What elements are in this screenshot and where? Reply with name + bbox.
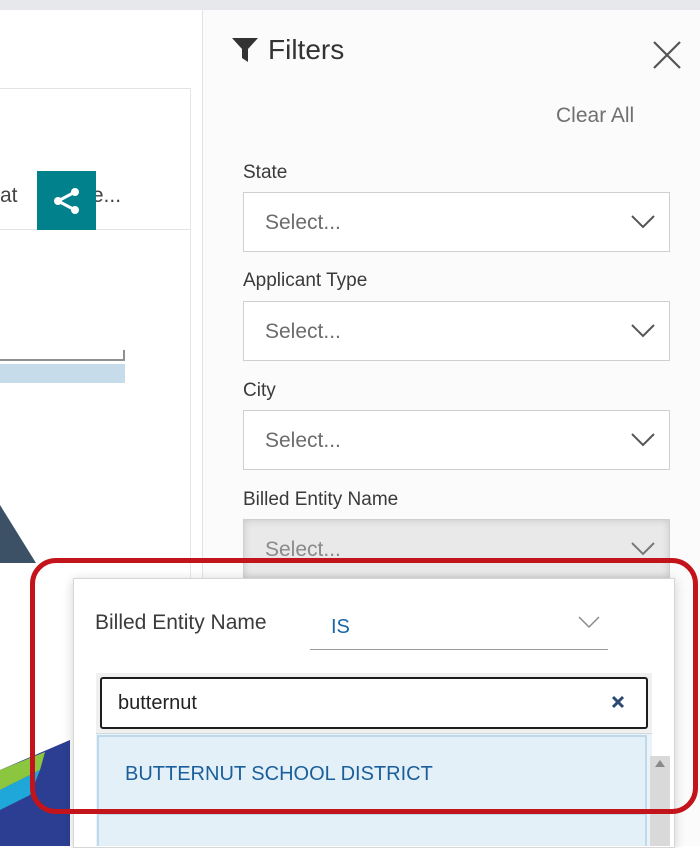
top-bar [0, 0, 700, 10]
select-placeholder: Select... [265, 320, 341, 343]
share-button[interactable] [37, 171, 96, 230]
chevron-down-icon [631, 433, 655, 447]
city-select[interactable]: Select... [243, 410, 670, 470]
chart-bar [0, 364, 125, 383]
divider [190, 88, 191, 608]
city-label: City [243, 380, 276, 401]
select-placeholder: Select... [265, 211, 341, 234]
popup-field-label: Billed Entity Name [95, 611, 267, 634]
clear-icon[interactable] [610, 694, 626, 710]
select-placeholder: Select... [265, 429, 341, 452]
filters-title-text: Filters [268, 34, 345, 65]
billed-entity-label: Billed Entity Name [243, 489, 399, 510]
chevron-down-icon [631, 542, 655, 556]
chart-axis [0, 359, 125, 361]
chevron-down-icon [631, 215, 655, 229]
search-input[interactable] [100, 677, 648, 729]
chevron-down-icon [631, 324, 655, 338]
billed-entity-select[interactable]: Select... [243, 519, 670, 579]
decorative-graphic [0, 740, 70, 846]
operator-value: IS [331, 616, 350, 638]
close-icon[interactable] [650, 38, 684, 72]
divider [0, 88, 190, 89]
card-text-left: at [0, 184, 18, 207]
filters-title: Filters [232, 34, 344, 66]
scroll-up-icon[interactable] [650, 756, 670, 774]
filter-icon [232, 38, 258, 62]
clear-all-link[interactable]: Clear All [556, 104, 634, 128]
list-item[interactable] [97, 815, 647, 846]
option-label: BUTTERNUT SCHOOL DISTRICT [125, 763, 433, 785]
operator-select[interactable]: IS [310, 604, 608, 650]
applicant-type-select[interactable]: Select... [243, 301, 670, 361]
state-select[interactable]: Select... [243, 192, 670, 252]
chevron-down-icon [578, 616, 600, 629]
chart-tick [123, 350, 125, 361]
share-icon [53, 187, 79, 214]
list-item[interactable]: BUTTERNUT SCHOOL DISTRICT [97, 735, 647, 815]
applicant-type-label: Applicant Type [243, 270, 368, 291]
select-placeholder: Select... [265, 538, 341, 561]
state-label: State [243, 162, 288, 183]
callout-arrow [0, 505, 36, 563]
